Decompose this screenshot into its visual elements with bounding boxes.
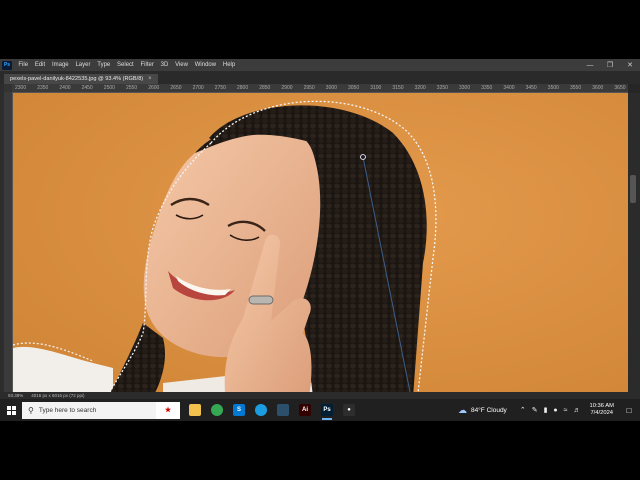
window-controls: — ❐ ✕ (580, 59, 640, 71)
search-icon: ⚲ (28, 405, 34, 415)
horizontal-ruler[interactable]: 2300 2350 2400 2450 2500 2550 2600 2650 2700 2750… (12, 84, 628, 93)
menu-view[interactable]: View (172, 62, 192, 68)
document-tab-row: pexels-pavel-danilyuk-8422535.jpg @ 93.4… (0, 73, 640, 84)
image-canvas[interactable] (13, 93, 628, 397)
ruler-tick-label: 3000 (325, 85, 337, 91)
ruler-corner[interactable] (4, 84, 12, 92)
weather-temp: 84°F (470, 406, 485, 414)
ruler-tick-label: 3350 (481, 85, 493, 91)
battery-icon[interactable]: ▮ (544, 406, 548, 414)
taskbar-app-edge[interactable] (250, 399, 272, 421)
chrome-icon (211, 404, 223, 416)
clock-time: 10:36 AM (589, 403, 615, 409)
menu-filter[interactable]: Filter (137, 62, 157, 68)
taskbar-app-skype[interactable]: S (228, 399, 250, 421)
ruler-tick-label: 3450 (525, 85, 537, 91)
ruler-tick-label: 3500 (547, 85, 559, 91)
search-placeholder: Type here to search (38, 406, 97, 414)
weather-condition: Cloudy (486, 406, 507, 414)
ruler-tick-label: 2400 (59, 85, 71, 91)
taskbar-app-file-explorer[interactable] (184, 399, 206, 421)
ruler-tick-label: 3250 (436, 85, 448, 91)
taskbar-app-chrome[interactable] (206, 399, 228, 421)
taskbar-app-photoshop[interactable]: Ps (316, 399, 338, 421)
clock-date: 7/4/2024 (590, 410, 614, 416)
ruler-tick-label: 2550 (126, 85, 138, 91)
close-button[interactable]: ✕ (620, 59, 640, 71)
system-tray: ☁ 84°F Cloudy ⌃ ✎ ▮ ● ≈ ♬ 10:36 AM 7/4/2… (458, 399, 640, 421)
vertical-ruler[interactable] (4, 92, 13, 397)
ruler-tick-label: 2500 (103, 85, 115, 91)
ruler-tick-label: 3200 (414, 85, 426, 91)
ruler-tick-label: 2350 (37, 85, 49, 91)
tab-close-icon[interactable]: × (148, 76, 152, 82)
ruler-tick-label: 2600 (148, 85, 160, 91)
menu-bar: Ps File Edit Image Layer Type Select Filter 3D V… (0, 59, 640, 71)
start-button[interactable] (0, 399, 22, 421)
menu-select[interactable]: Select (114, 62, 137, 68)
menu-image[interactable]: Image (49, 62, 72, 68)
windows-icon (6, 405, 16, 415)
volume-icon[interactable]: ♬ (574, 407, 581, 414)
document-tab[interactable]: pexels-pavel-danilyuk-8422535.jpg @ 93.4… (4, 74, 158, 84)
ruler-tick-label: 3300 (459, 85, 471, 91)
ruler-tick-label: 3150 (392, 85, 404, 91)
search-highlight-icon[interactable]: ★ (156, 401, 180, 419)
menu-window[interactable]: Window (191, 62, 219, 68)
ruler-tick-label: 2300 (15, 85, 27, 91)
document-info[interactable]: 4016 px x 6016 px (72 ppi) (31, 393, 84, 398)
photo-artwork (13, 93, 628, 397)
ruler-tick-label: 2750 (214, 85, 226, 91)
ruler-tick-label: 2850 (259, 85, 271, 91)
ruler-tick-label: 3400 (503, 85, 515, 91)
clock[interactable]: 10:36 AM 7/4/2024 (590, 403, 615, 417)
chevron-up-icon[interactable]: ⌃ (520, 406, 526, 414)
desktop-screen: Ps File Edit Image Layer Type Select Filter 3D V… (0, 59, 640, 421)
ruler-tick-label: 2900 (281, 85, 293, 91)
taskbar-app-app[interactable] (272, 399, 294, 421)
menu-3d[interactable]: 3D (157, 62, 171, 68)
menu-edit[interactable]: Edit (31, 62, 48, 68)
ruler-tick-label: 3100 (370, 85, 382, 91)
ruler-tick-label: 3600 (592, 85, 604, 91)
windows-taskbar: ⚲ Type here to search ★ S Ai Ps ● ☁ 84°F Cl… (0, 399, 640, 421)
taskbar-search[interactable]: ⚲ Type here to search (22, 401, 157, 419)
ruler-tick-label: 2650 (170, 85, 182, 91)
recorder-icon: ● (343, 404, 355, 416)
weather-widget[interactable]: ☁ 84°F Cloudy (458, 405, 507, 416)
photoshop-logo[interactable]: Ps (2, 60, 12, 70)
ruler-tick-label: 2700 (192, 85, 204, 91)
ruler-tick-label: 2950 (303, 85, 315, 91)
ruler-tick-label: 3650 (614, 85, 626, 91)
taskbar-app-illustrator[interactable]: Ai (294, 399, 316, 421)
microphone-icon[interactable]: ● (553, 407, 557, 414)
wifi-icon[interactable]: ≈ (564, 407, 568, 414)
anchor-point (360, 154, 366, 160)
status-bar: 93.38% 4016 px x 6016 px (72 ppi) (0, 392, 640, 399)
minimize-button[interactable]: — (580, 59, 600, 71)
taskbar-app-recorder[interactable]: ● (338, 399, 360, 421)
ruler-tick-label: 2450 (81, 85, 93, 91)
notification-icon[interactable]: □ (622, 406, 636, 415)
file-explorer-icon (189, 404, 201, 416)
restore-button[interactable]: ❐ (600, 59, 620, 71)
skype-icon: S (233, 404, 245, 416)
app-icon (277, 404, 289, 416)
zoom-level[interactable]: 93.38% (8, 393, 23, 398)
ruler-tick-label: 3050 (348, 85, 360, 91)
ruler-tick-label: 2800 (237, 85, 249, 91)
menu-help[interactable]: Help (220, 62, 239, 68)
menu-file[interactable]: File (15, 62, 31, 68)
edge-icon (255, 404, 267, 416)
menu-layer[interactable]: Layer (72, 62, 94, 68)
ruler-tick-label: 3550 (570, 85, 582, 91)
document-tab-title: pexels-pavel-danilyuk-8422535.jpg @ 93.4… (10, 76, 144, 82)
photoshop-icon: Ps (321, 404, 333, 416)
pen-icon[interactable]: ✎ (532, 406, 538, 414)
menu-type[interactable]: Type (94, 62, 114, 68)
cloud-icon: ☁ (457, 404, 467, 415)
scroll-thumb[interactable] (630, 175, 636, 203)
illustrator-icon: Ai (299, 404, 311, 416)
vertical-scrollbar[interactable] (628, 93, 640, 397)
